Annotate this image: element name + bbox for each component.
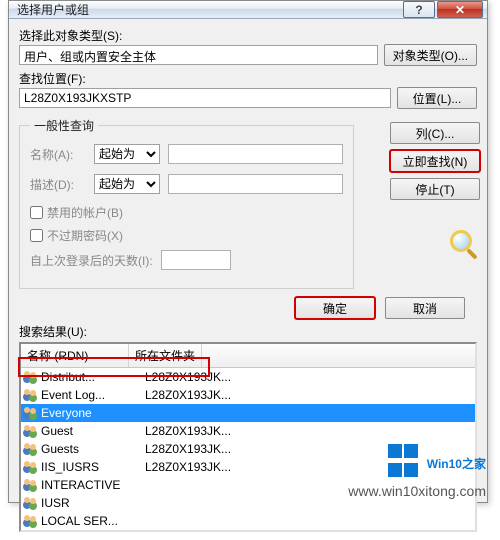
name-label: 名称(A): [30,146,86,163]
everyone-highlight [18,357,210,377]
group-icon [23,460,39,474]
location-label: 查找位置(F): [19,70,477,87]
lastlogin-label: 自上次登录后的天数(I): [30,252,153,269]
table-row[interactable]: Everyone [21,404,475,422]
location-field[interactable]: L28Z0X193JKXSTP [19,88,391,108]
stop-button[interactable]: 停止(T) [390,178,480,200]
cell-name: Guest [41,424,145,438]
name-mode-select[interactable]: 起始为 [94,144,160,164]
cell-name: IIS_IUSRS [41,460,145,474]
general-query-group: 一般性查询 名称(A): 起始为 描述(D): 起始为 禁用的帐户(B) 不过期… [19,117,354,289]
ok-cancel-row: 确定 取消 [19,297,465,319]
cell-name: Guests [41,442,145,456]
win-logo-icon [387,443,419,481]
cell-folder: L28Z0X193JK... [145,388,473,402]
locations-button[interactable]: 位置(L)... [397,87,477,109]
side-button-column: 列(C)... 立即查找(N) 停止(T) [390,122,480,260]
desc-input[interactable] [168,174,343,194]
object-type-field[interactable]: 用户、组或内置安全主体 [19,45,378,65]
cell-name: Event Log... [41,388,145,402]
help-icon: ? [415,3,422,17]
close-button[interactable]: ✕ [437,1,483,18]
cell-folder: L28Z0X193JK... [145,424,473,438]
noexpire-password-checkbox[interactable]: 不过期密码(X) [30,227,343,244]
noexpire-password-label: 不过期密码(X) [47,227,123,244]
cell-name: INTERACTIVE [41,478,145,492]
cell-name: LOCAL SER... [41,514,145,528]
group-icon [23,406,39,420]
object-type-label: 选择此对象类型(S): [19,27,477,44]
group-icon [23,496,39,510]
group-icon [23,388,39,402]
lastlogin-days-input[interactable] [161,250,231,270]
help-button[interactable]: ? [403,1,435,18]
table-row[interactable]: LOCAL SER... [21,512,475,530]
name-input[interactable] [168,144,343,164]
table-row[interactable]: GuestL28Z0X193JK... [21,422,475,440]
group-icon [23,424,39,438]
columns-button[interactable]: 列(C)... [390,122,480,144]
close-icon: ✕ [455,3,465,17]
table-row[interactable]: Event Log...L28Z0X193JK... [21,386,475,404]
brand-url: www.win10xitong.com [348,483,486,499]
noexpire-password-input[interactable] [30,229,43,242]
group-icon [23,514,39,528]
group-icon [23,442,39,456]
disabled-accounts-checkbox[interactable]: 禁用的帐户(B) [30,204,343,221]
general-query-legend: 一般性查询 [30,117,98,134]
magnifier-icon [444,228,480,260]
cell-name: Everyone [41,406,145,420]
find-now-button[interactable]: 立即查找(N) [390,150,480,172]
disabled-accounts-label: 禁用的帐户(B) [47,204,123,221]
desc-mode-select[interactable]: 起始为 [94,174,160,194]
disabled-accounts-input[interactable] [30,206,43,219]
group-icon [23,478,39,492]
cell-name: IUSR [41,496,145,510]
desc-label: 描述(D): [30,176,86,193]
brand-text: Win10之家 [427,443,486,474]
titlebar[interactable]: 选择用户或组 ? ✕ [9,1,487,19]
window-title: 选择用户或组 [17,1,401,18]
object-types-button[interactable]: 对象类型(O)... [384,44,477,66]
ok-button[interactable]: 确定 [295,297,375,319]
dialog-window: 选择用户或组 ? ✕ 选择此对象类型(S): 用户、组或内置安全主体 对象类型(… [8,0,488,503]
results-label: 搜索结果(U): [19,323,477,340]
cancel-button[interactable]: 取消 [385,297,465,319]
watermark: Win10之家 www.win10xitong.com [348,443,486,499]
